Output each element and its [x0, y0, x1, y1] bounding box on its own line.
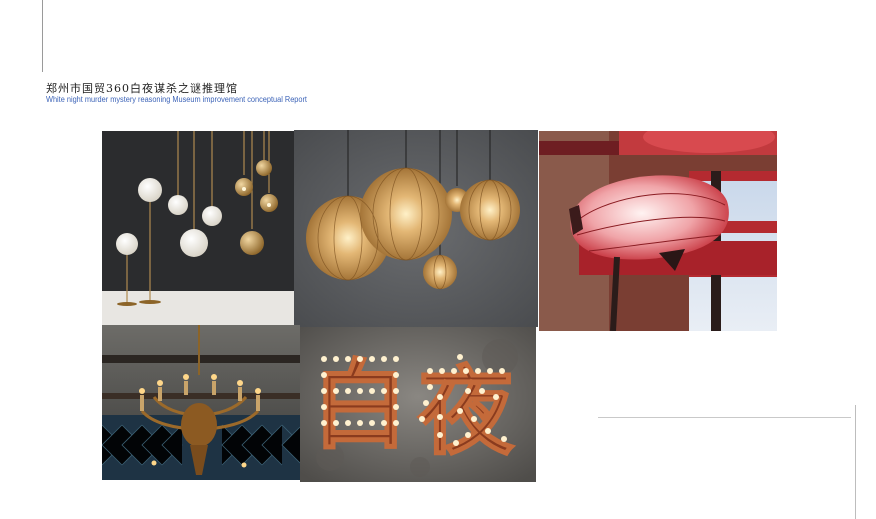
photo-globe-pendants: [102, 131, 294, 325]
page-subtitle: White night murder mystery reasoning Mus…: [46, 95, 307, 104]
page-title: 郑州市国贸360白夜谋杀之谜推理馆: [46, 82, 238, 95]
photo-red-lantern: [539, 131, 777, 331]
photo-chandelier: [102, 325, 300, 480]
photo-marquee-sign: 白 夜: [300, 327, 536, 482]
photo-rattan-pendants: [294, 130, 538, 327]
left-divider-line: [42, 0, 43, 72]
right-divider-vertical: [855, 405, 856, 519]
right-divider-horizontal: [598, 417, 851, 418]
